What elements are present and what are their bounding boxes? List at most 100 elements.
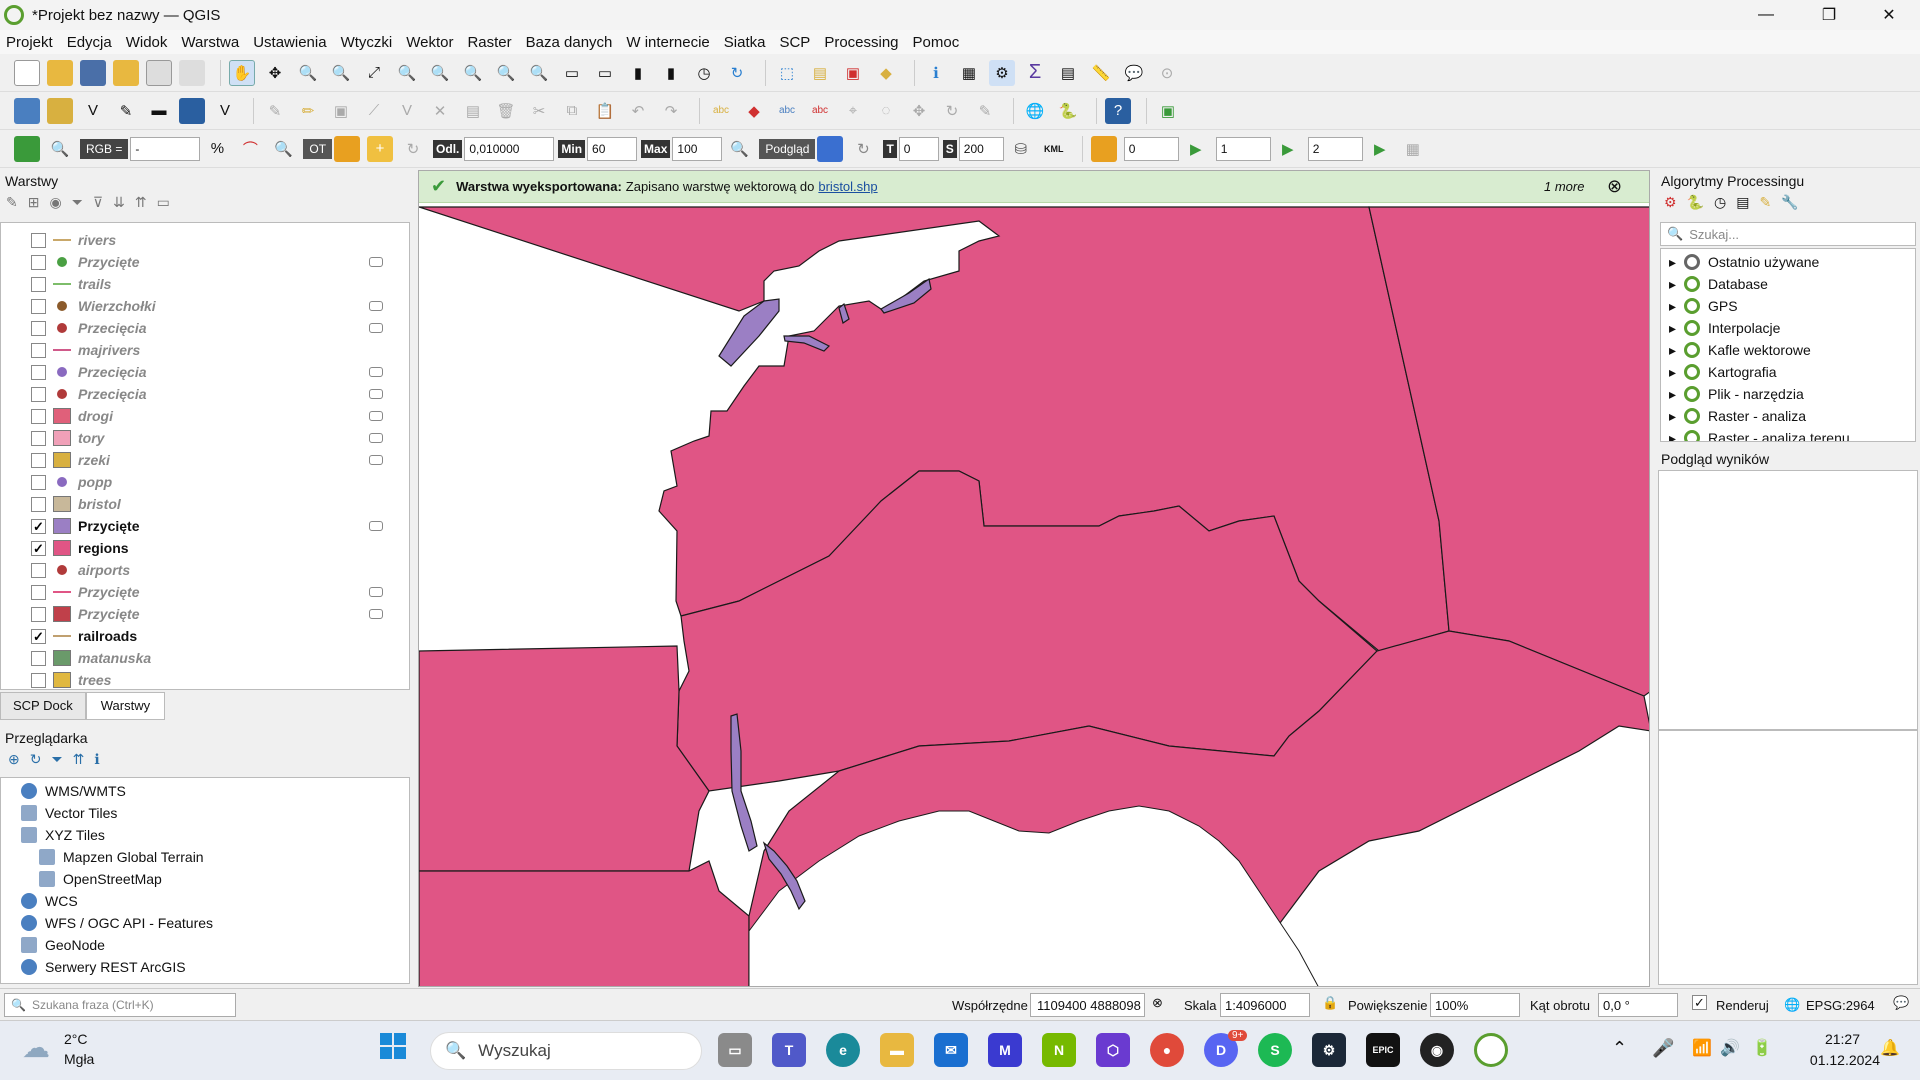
toggle-editing-pencil-icon[interactable]: ✏ [295, 98, 321, 124]
tab-scp-dock[interactable]: SCP Dock [0, 692, 86, 720]
browser-item[interactable]: WFS / OGC API - Features [21, 912, 213, 934]
copy-features-icon[interactable]: ⧉ [559, 98, 585, 124]
tray-chevron-icon[interactable]: ⌃ [1612, 1038, 1627, 1059]
scp-zoom-roi-icon[interactable]: 🔍 [270, 136, 296, 162]
layer-item[interactable]: ✓ Przycięte [1, 515, 391, 537]
menu-raster[interactable]: Raster [467, 34, 511, 51]
layer-item[interactable]: trails [1, 273, 391, 295]
layer-checkbox[interactable] [31, 584, 46, 600]
browser-item[interactable]: GeoNode [21, 934, 105, 956]
qgis-taskbar-icon[interactable] [1474, 1033, 1508, 1067]
gps-icon[interactable]: ⊙ [1154, 60, 1180, 86]
rotate-label-icon[interactable]: ↻ [939, 98, 965, 124]
filter-browser-icon[interactable]: ⏷ [51, 751, 62, 768]
add-group-icon[interactable]: ⊞ [28, 194, 40, 211]
filter-expression-icon[interactable]: ⊽ [93, 194, 103, 211]
scp-stretch-icon[interactable]: ⌒ [237, 136, 263, 162]
browser-item[interactable]: Vector Tiles [21, 802, 117, 824]
zoom-out-icon[interactable]: 🔍 [328, 60, 354, 86]
band1-input[interactable]: 0 [1123, 136, 1179, 161]
band-next-1-icon[interactable]: ▶ [1183, 136, 1209, 162]
menu-projekt[interactable]: Projekt [6, 34, 53, 51]
taskbar-search[interactable]: 🔍 Wyszukaj [430, 1032, 702, 1070]
toggle-coord-icon[interactable]: ⊗ [1152, 995, 1163, 1011]
windows-start-icon[interactable] [380, 1033, 406, 1059]
kml-icon[interactable]: KML [1041, 136, 1067, 162]
select-features-icon[interactable]: ⬚ [774, 60, 800, 86]
layer-item[interactable]: Przycięte [1, 251, 391, 273]
band3-input[interactable]: 2 [1307, 136, 1363, 161]
browser-item[interactable]: WCS [21, 890, 78, 912]
cut-features-icon[interactable]: ✂ [526, 98, 552, 124]
layer-filter-icon[interactable] [369, 389, 383, 399]
layer-name[interactable]: airports [78, 562, 130, 578]
processing-scripts-icon[interactable]: 🐍 [1687, 194, 1704, 211]
messages-icon[interactable]: 💬 [1893, 995, 1909, 1011]
message-close-icon[interactable]: ⊗ [1607, 176, 1622, 197]
notification-bell-icon[interactable]: 🔔 [1880, 1038, 1900, 1058]
layer-checkbox[interactable] [31, 496, 46, 512]
expand-arrow-icon[interactable]: ▸ [1669, 408, 1676, 425]
layer-checkbox[interactable] [31, 606, 46, 622]
band-next-2-icon[interactable]: ▶ [1275, 136, 1301, 162]
processing-item[interactable]: ▸ Kartografia [1669, 361, 1777, 383]
plugin-globe-icon[interactable]: 🌐 [1022, 98, 1048, 124]
menu-widok[interactable]: Widok [126, 34, 168, 51]
render-checkbox[interactable]: ✓ [1692, 995, 1707, 1010]
undo-icon[interactable]: ↶ [625, 98, 651, 124]
zoom-full-icon[interactable]: ⤢ [361, 60, 387, 86]
select-by-value-icon[interactable]: ▤ [807, 60, 833, 86]
layer-filter-icon[interactable] [369, 411, 383, 421]
menu-scp[interactable]: SCP [779, 34, 810, 51]
layer-item[interactable]: tory [1, 427, 391, 449]
layer-item[interactable]: Przycięte [1, 603, 391, 625]
redo-icon[interactable]: ↷ [658, 98, 684, 124]
expand-arrow-icon[interactable]: ▸ [1669, 276, 1676, 293]
save-project-icon[interactable] [80, 59, 106, 86]
layer-checkbox[interactable]: ✓ [31, 540, 46, 556]
current-edits-icon[interactable]: ✎ [262, 98, 288, 124]
wifi-icon[interactable]: 📶 [1692, 1038, 1712, 1058]
min-input[interactable]: 60 [587, 136, 638, 161]
dist-input[interactable]: 0,010000 [464, 136, 555, 161]
properties-icon[interactable]: ℹ [94, 751, 99, 768]
processing-toolbox-icon[interactable]: ⚙ [989, 59, 1015, 86]
s-input[interactable]: 200 [958, 136, 1004, 161]
lock-scale-icon[interactable]: 🔒 [1322, 995, 1338, 1011]
processing-options-icon[interactable]: 🔧 [1781, 194, 1798, 211]
clock-time[interactable]: 21:27 [1825, 1031, 1860, 1047]
browser-item[interactable]: XYZ Tiles [21, 824, 105, 846]
measure-line-icon[interactable]: 📏 [1088, 60, 1114, 86]
crs-globe-icon[interactable]: 🌐 [1784, 997, 1800, 1013]
pin-labels-icon[interactable]: ⌖ [840, 98, 866, 124]
label-diagram-icon[interactable]: abc [774, 98, 800, 124]
layer-item[interactable]: trees [1, 669, 391, 689]
expand-arrow-icon[interactable]: ▸ [1669, 298, 1676, 315]
layer-name[interactable]: trees [78, 672, 111, 688]
new-virtual-layer-icon[interactable]: ▬ [146, 98, 172, 124]
remove-layer-icon[interactable]: ▭ [157, 194, 170, 211]
layer-checkbox[interactable] [31, 232, 46, 248]
clock-date[interactable]: 01.12.2024 [1810, 1052, 1880, 1068]
processing-item[interactable]: ▸ Raster - analiza [1669, 405, 1806, 427]
scp-database-icon[interactable]: ⛁ [1008, 136, 1034, 162]
steam-icon[interactable]: ⚙ [1312, 1033, 1346, 1067]
processing-history-icon[interactable]: ◷ [1714, 194, 1726, 211]
new-map-view-icon[interactable]: ▭ [559, 60, 585, 86]
processing-item[interactable]: ▸ Kafle wektorowe [1669, 339, 1811, 361]
map-tips-icon[interactable]: 💬 [1121, 60, 1147, 86]
edge-icon[interactable]: e [826, 1033, 860, 1067]
file-explorer-icon[interactable]: ▬ [880, 1033, 914, 1067]
layer-filter-icon[interactable] [369, 323, 383, 333]
zoom-native-icon[interactable]: 🔍 [460, 60, 486, 86]
menu-warstwa[interactable]: Warstwa [181, 34, 239, 51]
processing-item[interactable]: ▸ Database [1669, 273, 1768, 295]
plugin-update-icon[interactable]: ▣ [1155, 98, 1181, 124]
deselect-all-icon[interactable]: ▣ [840, 60, 866, 86]
spotify-icon[interactable]: S [1258, 1033, 1292, 1067]
layer-item[interactable]: Wierzchołki [1, 295, 391, 317]
preview-label[interactable]: Podgląd [759, 138, 816, 159]
expand-arrow-icon[interactable]: ▸ [1669, 364, 1676, 381]
new-3d-view-icon[interactable]: ▭ [592, 60, 618, 86]
processing-models-icon[interactable]: ⚙ [1664, 194, 1677, 211]
